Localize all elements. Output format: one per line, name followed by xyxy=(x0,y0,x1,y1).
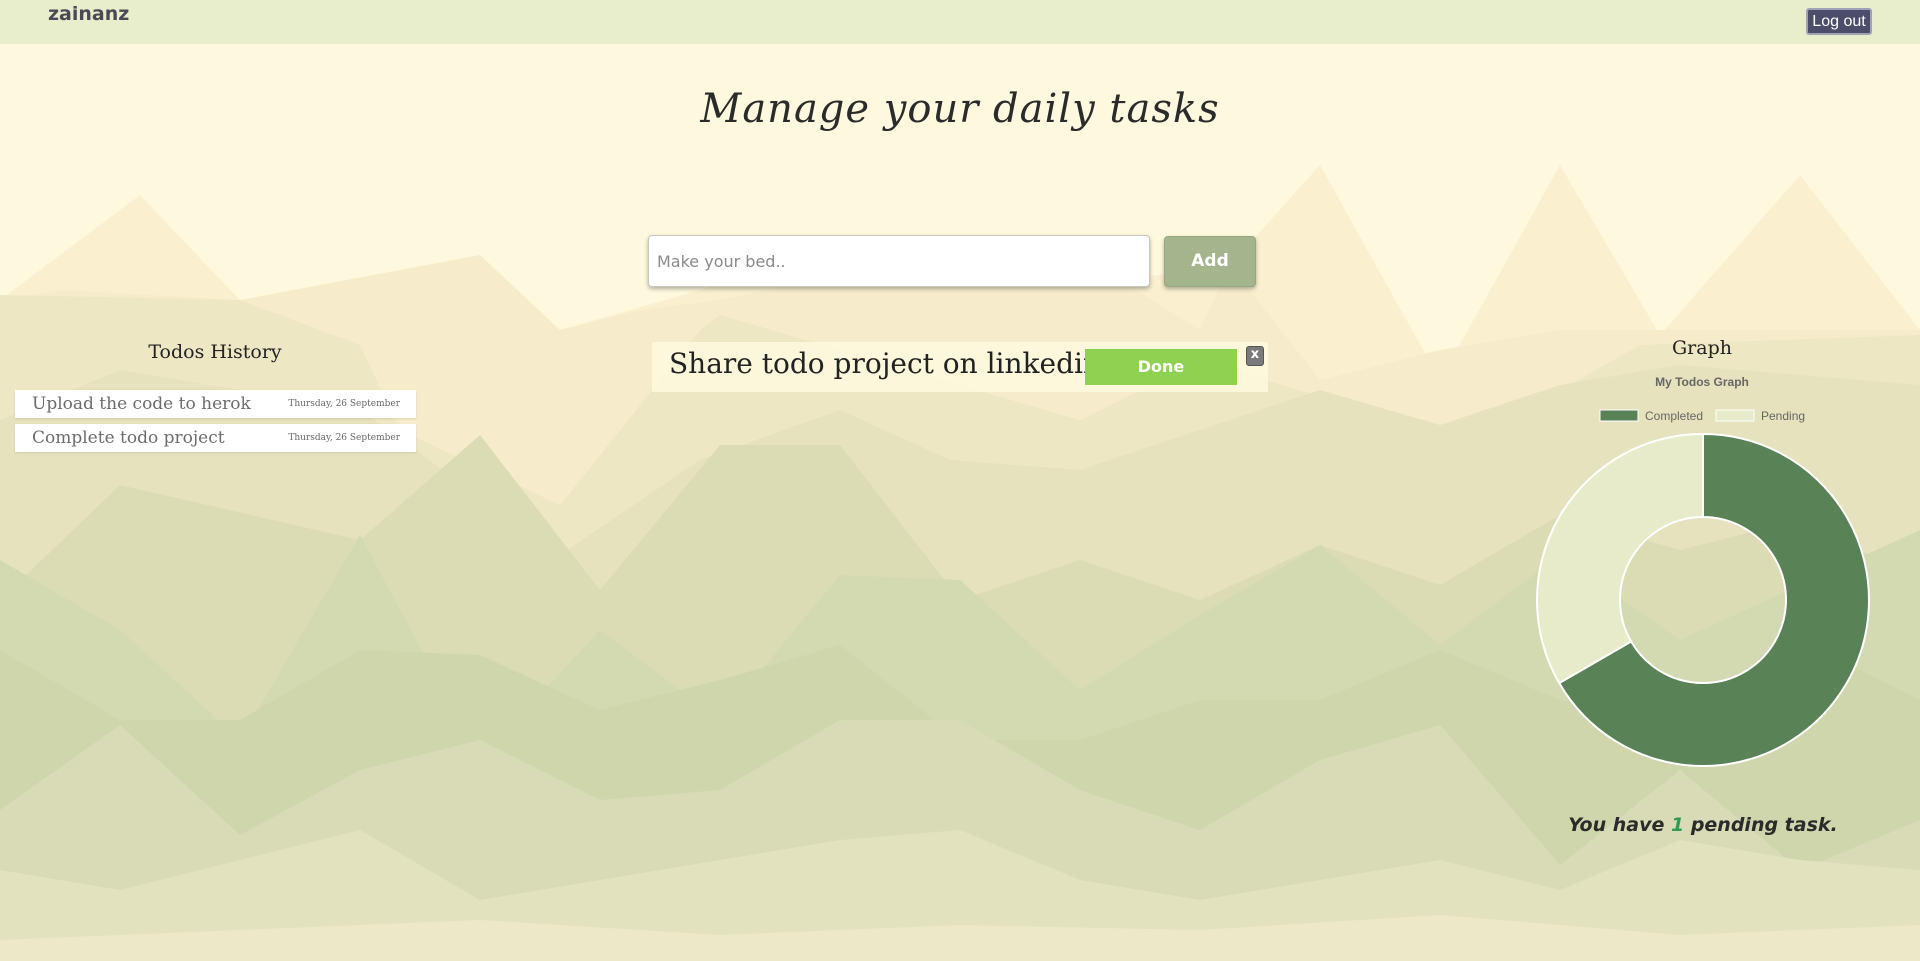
legend-swatch-completed[interactable] xyxy=(1599,409,1639,422)
graph-heading: Graph xyxy=(1672,337,1732,359)
chart-title: My Todos Graph xyxy=(1655,375,1749,389)
new-task-input[interactable] xyxy=(648,235,1150,287)
top-navbar: zainanz Log out xyxy=(0,0,1920,44)
todos-donut-chart: My Todos Graph Completed Pending xyxy=(1536,375,1870,767)
pending-count: 1 xyxy=(1670,814,1685,836)
history-list: Upload the code to herok Thursday, 26 Se… xyxy=(15,390,416,458)
page-title: Manage your daily tasks xyxy=(700,86,1220,132)
history-item-text: Upload the code to herok xyxy=(32,394,251,414)
history-item-date: Thursday, 26 September xyxy=(288,399,400,409)
todo-item-text: Share todo project on linkedin xyxy=(669,347,1101,380)
legend-label-completed[interactable]: Completed xyxy=(1645,409,1703,423)
history-item-text: Complete todo project xyxy=(32,428,225,448)
done-button[interactable]: Done xyxy=(1085,349,1237,385)
donut-slice-pending[interactable] xyxy=(1536,432,1704,685)
delete-todo-button[interactable]: x xyxy=(1246,346,1264,366)
pending-prefix: You have xyxy=(1568,814,1671,836)
legend-label-pending[interactable]: Pending xyxy=(1761,409,1805,423)
add-task-button[interactable]: Add xyxy=(1164,236,1256,287)
history-title: Todos History xyxy=(148,341,282,363)
history-item: Complete todo project Thursday, 26 Septe… xyxy=(15,424,416,452)
todo-item: Share todo project on linkedin Done x xyxy=(652,342,1268,392)
brand-name[interactable]: zainanz xyxy=(48,3,129,25)
pending-suffix: pending task. xyxy=(1684,814,1838,836)
history-item-date: Thursday, 26 September xyxy=(288,433,400,443)
legend-swatch-pending[interactable] xyxy=(1715,409,1755,422)
history-item: Upload the code to herok Thursday, 26 Se… xyxy=(15,390,416,418)
pending-summary: You have 1 pending task. xyxy=(1520,814,1886,836)
logout-button[interactable]: Log out xyxy=(1806,8,1872,35)
